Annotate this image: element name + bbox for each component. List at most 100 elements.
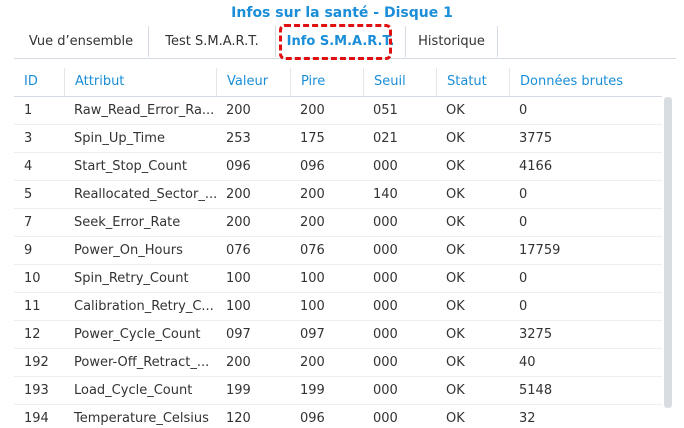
- cell-worst: 096: [300, 411, 325, 426]
- dialog-title: Infos sur la santé - Disque 1: [231, 5, 453, 21]
- cell-value: 200: [226, 215, 251, 230]
- cell-raw-data: 0: [519, 215, 528, 230]
- cell-id: 12: [24, 327, 41, 342]
- cell-id: 192: [24, 355, 49, 370]
- cell-id: 1: [24, 103, 33, 118]
- tab-smart-info[interactable]: Info S.M.A.R.T.: [276, 26, 406, 57]
- tab-smart-test[interactable]: Test S.M.A.R.T.: [149, 26, 276, 57]
- cell-value: 200: [226, 187, 251, 202]
- cell-worst: 175: [300, 131, 325, 146]
- cell-threshold: 000: [373, 159, 398, 174]
- table-row[interactable]: 192 Power-Off_Retract_... 200 200 000 OK 40: [14, 349, 662, 377]
- cell-attribute: Calibration_Retry_C...: [74, 299, 214, 314]
- cell-attribute: Spin_Up_Time: [74, 131, 165, 146]
- cell-status: OK: [446, 159, 465, 174]
- column-header-status[interactable]: Statut: [436, 68, 509, 96]
- cell-attribute: Load_Cycle_Count: [74, 383, 193, 398]
- cell-threshold: 000: [373, 271, 398, 286]
- table-row[interactable]: 12 Power_Cycle_Count 097 097 000 OK 3275: [14, 321, 662, 349]
- column-header-worst[interactable]: Pire: [290, 68, 363, 96]
- cell-value: 200: [226, 103, 251, 118]
- cell-raw-data: 0: [519, 271, 528, 286]
- cell-value: 120: [226, 411, 251, 426]
- cell-attribute: Power_Cycle_Count: [74, 327, 201, 342]
- cell-value: 096: [226, 159, 251, 174]
- cell-id: 4: [24, 159, 33, 174]
- cell-threshold: 000: [373, 299, 398, 314]
- table-header: ID Attribut Valeur Pire Seuil Statut Don…: [14, 68, 662, 97]
- column-header-threshold[interactable]: Seuil: [363, 68, 436, 96]
- cell-attribute: Raw_Read_Error_Ra...: [74, 103, 215, 118]
- table-row[interactable]: 1 Raw_Read_Error_Ra... 200 200 051 OK 0: [14, 97, 662, 125]
- cell-raw-data: 3275: [519, 327, 553, 342]
- cell-worst: 199: [300, 383, 325, 398]
- cell-value: 253: [226, 131, 251, 146]
- table-row[interactable]: 193 Load_Cycle_Count 199 199 000 OK 5148: [14, 377, 662, 405]
- column-header-id[interactable]: ID: [14, 68, 64, 96]
- table-row[interactable]: 10 Spin_Retry_Count 100 100 000 OK 0: [14, 265, 662, 293]
- cell-attribute: Temperature_Celsius: [74, 411, 209, 426]
- cell-raw-data: 5148: [519, 383, 553, 398]
- cell-attribute: Spin_Retry_Count: [74, 271, 189, 286]
- cell-id: 10: [24, 271, 41, 286]
- cell-status: OK: [446, 383, 465, 398]
- cell-threshold: 000: [373, 243, 398, 258]
- cell-status: OK: [446, 215, 465, 230]
- cell-threshold: 000: [373, 355, 398, 370]
- cell-threshold: 140: [373, 187, 398, 202]
- table-row[interactable]: 5 Reallocated_Sector_... 200 200 140 OK 0: [14, 181, 662, 209]
- cell-id: 193: [24, 383, 49, 398]
- table-row[interactable]: 11 Calibration_Retry_C... 100 100 000 OK 0: [14, 293, 662, 321]
- table-row[interactable]: 9 Power_On_Hours 076 076 000 OK 17759: [14, 237, 662, 265]
- cell-value: 100: [226, 299, 251, 314]
- cell-worst: 200: [300, 355, 325, 370]
- cell-attribute: Power_On_Hours: [74, 243, 183, 258]
- cell-attribute: Power-Off_Retract_...: [74, 355, 210, 370]
- cell-threshold: 000: [373, 411, 398, 426]
- cell-worst: 096: [300, 159, 325, 174]
- cell-id: 194: [24, 411, 49, 426]
- cell-worst: 200: [300, 215, 325, 230]
- cell-attribute: Reallocated_Sector_...: [74, 187, 216, 202]
- cell-status: OK: [446, 299, 465, 314]
- vertical-scrollbar[interactable]: [664, 97, 672, 408]
- cell-raw-data: 4166: [519, 159, 553, 174]
- column-header-raw-data[interactable]: Données brutes: [509, 68, 662, 96]
- cell-attribute: Start_Stop_Count: [74, 159, 187, 174]
- cell-id: 7: [24, 215, 33, 230]
- smart-table-body: 1 Raw_Read_Error_Ra... 200 200 051 OK 0 3 Spin_U…: [14, 97, 662, 428]
- cell-worst: 200: [300, 187, 325, 202]
- table-row[interactable]: 7 Seek_Error_Rate 200 200 000 OK 0: [14, 209, 662, 237]
- cell-raw-data: 17759: [519, 243, 561, 258]
- cell-id: 11: [24, 299, 41, 314]
- cell-id: 5: [24, 187, 33, 202]
- cell-threshold: 000: [373, 383, 398, 398]
- tab-bar: Vue d’ensemble Test S.M.A.R.T. Info S.M.…: [14, 26, 676, 59]
- tab-overview[interactable]: Vue d’ensemble: [14, 26, 149, 57]
- cell-worst: 076: [300, 243, 325, 258]
- table-row[interactable]: 4 Start_Stop_Count 096 096 000 OK 4166: [14, 153, 662, 181]
- column-header-attribute[interactable]: Attribut: [64, 68, 216, 96]
- cell-value: 076: [226, 243, 251, 258]
- cell-status: OK: [446, 187, 465, 202]
- cell-raw-data: 0: [519, 103, 528, 118]
- cell-threshold: 021: [373, 131, 398, 146]
- cell-threshold: 051: [373, 103, 398, 118]
- cell-worst: 200: [300, 103, 325, 118]
- tab-history[interactable]: Historique: [406, 26, 498, 57]
- table-row[interactable]: 194 Temperature_Celsius 120 096 000 OK 32: [14, 405, 662, 428]
- cell-attribute: Seek_Error_Rate: [74, 215, 181, 230]
- cell-status: OK: [446, 355, 465, 370]
- cell-worst: 100: [300, 299, 325, 314]
- cell-status: OK: [446, 271, 465, 286]
- cell-id: 3: [24, 131, 33, 146]
- cell-threshold: 000: [373, 215, 398, 230]
- cell-status: OK: [446, 243, 465, 258]
- cell-threshold: 000: [373, 327, 398, 342]
- table-row[interactable]: 3 Spin_Up_Time 253 175 021 OK 3775: [14, 125, 662, 153]
- scrollbar-thumb[interactable]: [664, 97, 672, 408]
- cell-raw-data: 3775: [519, 131, 553, 146]
- cell-raw-data: 40: [519, 355, 536, 370]
- column-header-value[interactable]: Valeur: [216, 68, 290, 96]
- cell-value: 097: [226, 327, 251, 342]
